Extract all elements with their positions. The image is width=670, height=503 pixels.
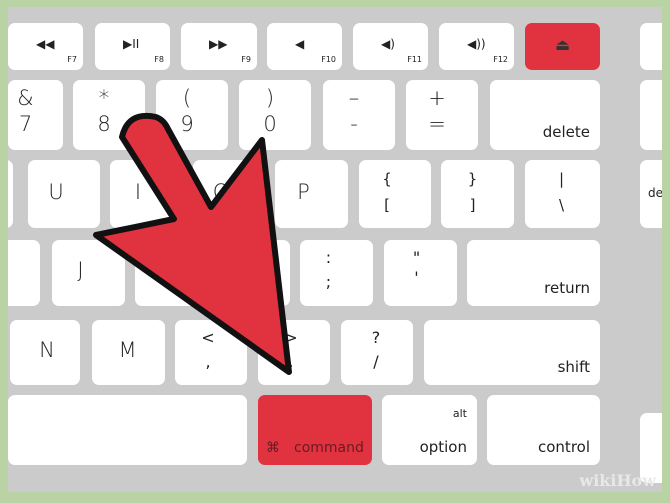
keyboard: ◀◀ F7 ▶II F8 ▶▶ F9 ◀ F10 ◀) F11 ◀)) F12 ⏏ & 7 *…: [8, 7, 662, 492]
arrow-shape: [93, 113, 292, 375]
pointer-arrow: [93, 113, 292, 375]
wikihow-watermark: wikiHow: [579, 471, 656, 490]
